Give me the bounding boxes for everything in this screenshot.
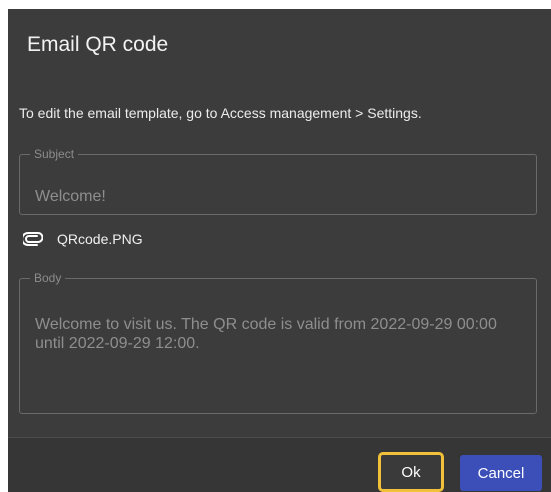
body-fieldset: Body Welcome to visit us. The QR code is… xyxy=(19,271,537,414)
cancel-button[interactable]: Cancel xyxy=(460,455,542,491)
paperclip-icon xyxy=(21,232,44,246)
dialog-title: Email QR code xyxy=(27,33,169,56)
instructions-text: To edit the email template, go to Access… xyxy=(19,105,422,121)
attachment-filename: QRcode.PNG xyxy=(57,231,143,247)
subject-input[interactable] xyxy=(35,188,515,206)
subject-fieldset: Subject xyxy=(19,147,537,215)
body-label: Body xyxy=(34,271,62,285)
dialog-footer: Ok Cancel xyxy=(8,438,551,492)
body-textarea[interactable]: Welcome to visit us. The QR code is vali… xyxy=(35,315,525,353)
subject-label: Subject xyxy=(34,147,75,161)
email-qr-dialog: Email QR code To edit the email template… xyxy=(8,9,551,492)
attachment[interactable]: QRcode.PNG xyxy=(21,231,143,247)
ok-button[interactable]: Ok xyxy=(378,452,444,492)
